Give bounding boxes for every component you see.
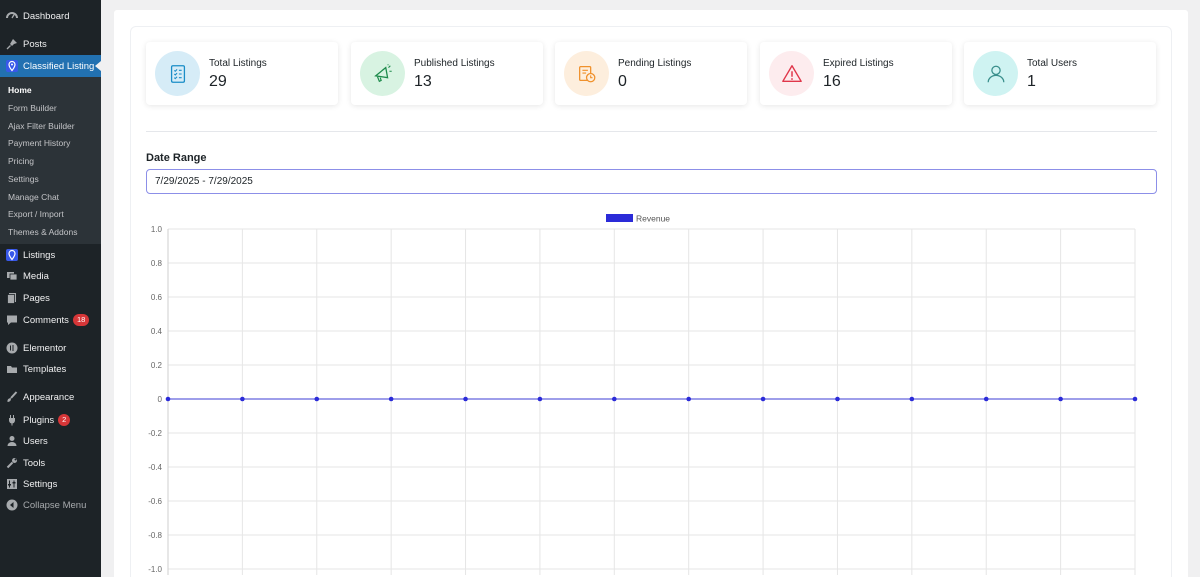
submenu-home[interactable]: Home xyxy=(8,85,32,95)
dashboard-panel: Total Listings 29 Published Listings 13 … xyxy=(130,26,1172,577)
menu-label: Dashboard xyxy=(23,10,70,22)
menu-listings[interactable]: Listings xyxy=(0,244,101,266)
data-point xyxy=(612,396,617,402)
menu-dashboard[interactable]: Dashboard xyxy=(0,5,101,27)
data-point xyxy=(1132,396,1138,402)
submenu-settings[interactable]: Settings xyxy=(8,174,39,184)
main-content: Total Listings 29 Published Listings 13 … xyxy=(114,10,1188,577)
y-tick-label: -0.4 xyxy=(148,463,162,472)
data-point xyxy=(537,396,543,402)
collapse-menu-button[interactable]: Collapse Menu xyxy=(0,494,101,516)
y-tick-label: 0.4 xyxy=(151,327,163,336)
menu-pages[interactable]: Pages xyxy=(0,287,101,309)
elementor-icon xyxy=(6,342,18,354)
folder-icon xyxy=(6,363,18,375)
menu-label: Collapse Menu xyxy=(23,499,87,511)
legend-label-revenue: Revenue xyxy=(636,214,670,224)
location-pin-icon xyxy=(6,249,18,261)
data-point xyxy=(983,396,989,402)
revenue-chart: 1.0 0.8 0.6 0.4 0.2 0 -0.2 -0.4 -0.6 -0.8 -1.0 Reve… xyxy=(148,214,1138,575)
submenu-pricing[interactable]: Pricing xyxy=(8,156,34,166)
submenu-manage-chat[interactable]: Manage Chat xyxy=(8,192,59,202)
menu-label: Tools xyxy=(23,457,46,469)
brush-icon xyxy=(6,391,18,403)
y-tick-label: -0.2 xyxy=(148,429,162,438)
data-point xyxy=(760,396,766,402)
collapse-icon xyxy=(6,499,18,511)
comments-icon xyxy=(6,314,18,326)
user-icon xyxy=(6,435,18,447)
menu-comments[interactable]: Comments 18 xyxy=(0,309,101,331)
data-point xyxy=(463,396,468,402)
comments-count-badge: 18 xyxy=(72,314,90,326)
sliders-icon xyxy=(6,478,18,490)
data-point xyxy=(165,396,171,402)
menu-templates[interactable]: Templates xyxy=(0,358,101,380)
y-tick-label: -0.6 xyxy=(148,497,162,506)
classified-submenu: Home Form Builder Ajax Filter Builder Pa… xyxy=(0,77,101,244)
menu-tools[interactable]: Tools xyxy=(0,452,101,474)
data-point xyxy=(388,396,394,402)
menu-settings[interactable]: Settings xyxy=(0,473,101,495)
menu-users[interactable]: Users xyxy=(0,430,101,452)
menu-label: Templates xyxy=(23,363,67,375)
pin-icon xyxy=(6,38,18,50)
submenu-export-import[interactable]: Export / Import xyxy=(8,209,64,219)
menu-label: Users xyxy=(23,435,48,447)
plugins-count-badge: 2 xyxy=(58,414,71,426)
y-tick-label: 1.0 xyxy=(151,225,163,234)
data-point xyxy=(686,396,691,402)
y-tick-label: 0.8 xyxy=(151,259,163,268)
menu-media[interactable]: Media xyxy=(0,265,101,287)
submenu-payment-history[interactable]: Payment History xyxy=(8,138,70,148)
media-icon xyxy=(6,270,18,282)
y-tick-label: 0 xyxy=(158,395,163,404)
submenu-form-builder[interactable]: Form Builder xyxy=(8,103,57,113)
admin-sidebar: Dashboard Posts Classified Listing Home … xyxy=(0,0,101,577)
menu-plugins[interactable]: Plugins 2 xyxy=(0,409,101,431)
data-point xyxy=(909,396,915,402)
menu-label: Comments xyxy=(23,314,69,326)
submenu-ajax-filter-builder[interactable]: Ajax Filter Builder xyxy=(8,121,75,131)
data-point xyxy=(314,396,320,402)
menu-label: Plugins xyxy=(23,414,55,426)
menu-label: Media xyxy=(23,270,49,282)
menu-posts[interactable]: Posts xyxy=(0,33,101,55)
menu-label: Listings xyxy=(23,249,56,261)
submenu-themes-addons[interactable]: Themes & Addons xyxy=(8,227,77,237)
location-pin-icon xyxy=(6,60,18,72)
menu-label: Appearance xyxy=(23,391,75,403)
data-point xyxy=(240,396,245,402)
y-tick-label: 0.2 xyxy=(151,361,163,370)
menu-label: Classified Listing xyxy=(23,60,95,72)
menu-label: Pages xyxy=(23,292,50,304)
menu-elementor[interactable]: Elementor xyxy=(0,337,101,359)
menu-classified-listing[interactable]: Classified Listing xyxy=(0,55,101,77)
menu-appearance[interactable]: Appearance xyxy=(0,386,101,408)
wrench-icon xyxy=(6,457,18,469)
y-tick-label: -1.0 xyxy=(148,565,162,574)
y-tick-label: -0.8 xyxy=(148,531,162,540)
plug-icon xyxy=(6,414,18,426)
data-point xyxy=(1058,396,1063,402)
menu-label: Settings xyxy=(23,478,58,490)
y-tick-label: 0.6 xyxy=(151,293,163,302)
menu-label: Posts xyxy=(23,38,47,50)
menu-label: Elementor xyxy=(23,342,67,354)
pages-icon xyxy=(6,292,18,304)
dashboard-icon xyxy=(6,10,18,22)
data-point xyxy=(835,396,840,402)
legend-swatch-revenue xyxy=(606,214,633,222)
